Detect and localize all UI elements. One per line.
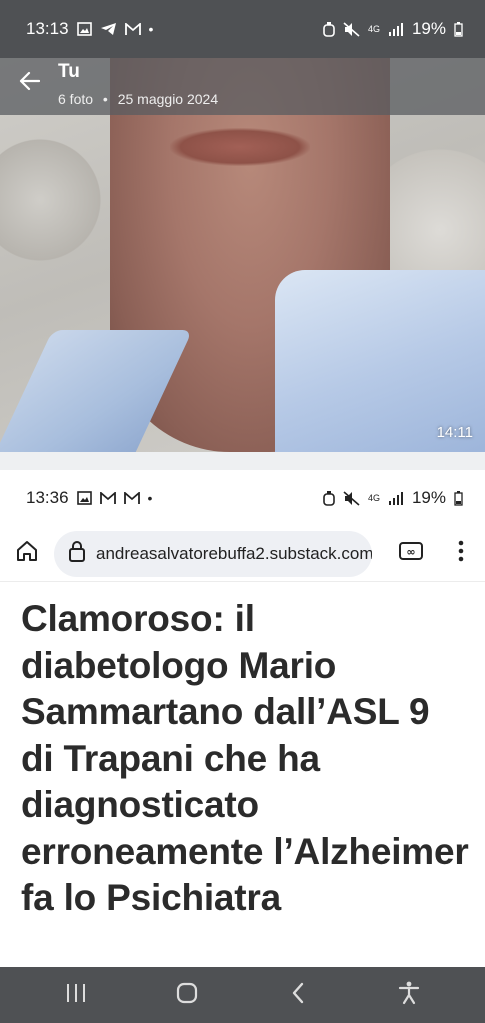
article-title: Clamoroso: il diabetologo Mario Sammarta… — [21, 598, 469, 918]
gallery-icon — [76, 491, 92, 505]
telegram-icon — [100, 22, 117, 36]
tab-switcher-button[interactable]: ∞ — [381, 526, 441, 582]
inner-network-type: 4G — [367, 492, 380, 503]
network-type: 4G — [367, 23, 380, 34]
browser-menu-button[interactable] — [441, 526, 481, 582]
back-nav-button[interactable] — [268, 967, 328, 1023]
back-button[interactable] — [0, 60, 58, 106]
photo-timestamp: 14:11 — [436, 424, 473, 441]
photo-count: 6 foto — [58, 91, 94, 107]
url-text: andreasalvatorebuffa2.substack.com — [96, 543, 372, 563]
notification-dot-icon: • — [147, 490, 153, 506]
inner-status-time: 13:36 — [26, 488, 69, 507]
album-subtitle: 6 foto • 25 maggio 2024 — [58, 91, 224, 107]
embedded-screenshot: 13:36 • 4G 19% andreasalvatorebuffa2.sub… — [0, 470, 485, 967]
viewer-title-block: Tu 6 foto • 25 maggio 2024 — [58, 58, 224, 107]
gmail-icon — [123, 491, 140, 505]
accessibility-icon — [398, 981, 420, 1010]
viewer-header: Tu 6 foto • 25 maggio 2024 — [0, 58, 485, 114]
lock-icon — [68, 540, 86, 567]
notification-dot-icon: • — [148, 21, 154, 37]
signal-icon — [388, 491, 404, 505]
svg-text:∞: ∞ — [406, 546, 415, 559]
status-left: 13:13 • — [26, 19, 153, 39]
more-vert-icon — [458, 540, 464, 567]
status-time: 13:13 — [26, 19, 69, 38]
status-right: 4G 19% — [323, 19, 463, 39]
system-nav-bar — [0, 967, 485, 1023]
gmail-icon — [99, 491, 116, 505]
home-nav-icon — [175, 981, 199, 1010]
alarm-icon — [323, 21, 335, 37]
gmail-icon — [124, 22, 141, 36]
accessibility-button[interactable] — [379, 967, 439, 1023]
battery-icon — [454, 21, 463, 37]
address-bar[interactable]: andreasalvatorebuffa2.substack.com — [54, 530, 372, 577]
home-nav-button[interactable] — [157, 967, 217, 1023]
album-title: Tu — [58, 61, 80, 82]
status-bar: 13:13 • 4G 19% — [0, 0, 485, 58]
home-icon — [15, 539, 39, 568]
mute-icon — [343, 21, 360, 37]
gallery-icon — [76, 22, 92, 36]
alarm-icon — [323, 490, 335, 506]
tabs-icon: ∞ — [398, 541, 424, 566]
screenshot-divider — [0, 452, 485, 470]
inner-status-bar: 13:36 • 4G 19% — [0, 470, 485, 526]
subtitle-separator: • — [102, 91, 108, 107]
back-nav-icon — [291, 982, 305, 1009]
inner-battery-percent: 19% — [411, 488, 446, 507]
battery-percent: 19% — [411, 19, 446, 38]
inner-status-right: 4G 19% — [323, 488, 463, 508]
mute-icon — [343, 490, 360, 506]
recents-button[interactable] — [46, 967, 106, 1023]
inner-status-left: 13:36 • — [26, 488, 152, 508]
signal-icon — [388, 22, 404, 36]
recents-icon — [65, 983, 87, 1008]
browser-toolbar: andreasalvatorebuffa2.substack.com ∞ — [0, 526, 485, 582]
browser-home-button[interactable] — [0, 526, 54, 582]
photo-subject-lips — [170, 128, 310, 166]
album-date: 25 maggio 2024 — [117, 91, 219, 107]
battery-icon — [454, 490, 463, 506]
back-arrow-icon — [18, 71, 41, 96]
